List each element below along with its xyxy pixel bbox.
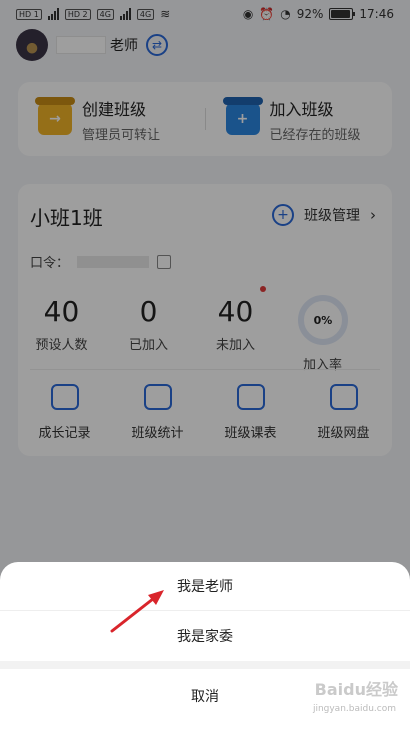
option-teacher[interactable]: 我是老师 bbox=[0, 562, 410, 610]
watermark-url: jingyan.baidu.com bbox=[312, 704, 396, 714]
sheet-gap bbox=[0, 661, 410, 669]
watermark-logo: Baidu经验 bbox=[314, 680, 398, 699]
annotation-arrow-icon bbox=[110, 590, 164, 633]
option-parent-committee[interactable]: 我是家委 bbox=[0, 611, 410, 661]
